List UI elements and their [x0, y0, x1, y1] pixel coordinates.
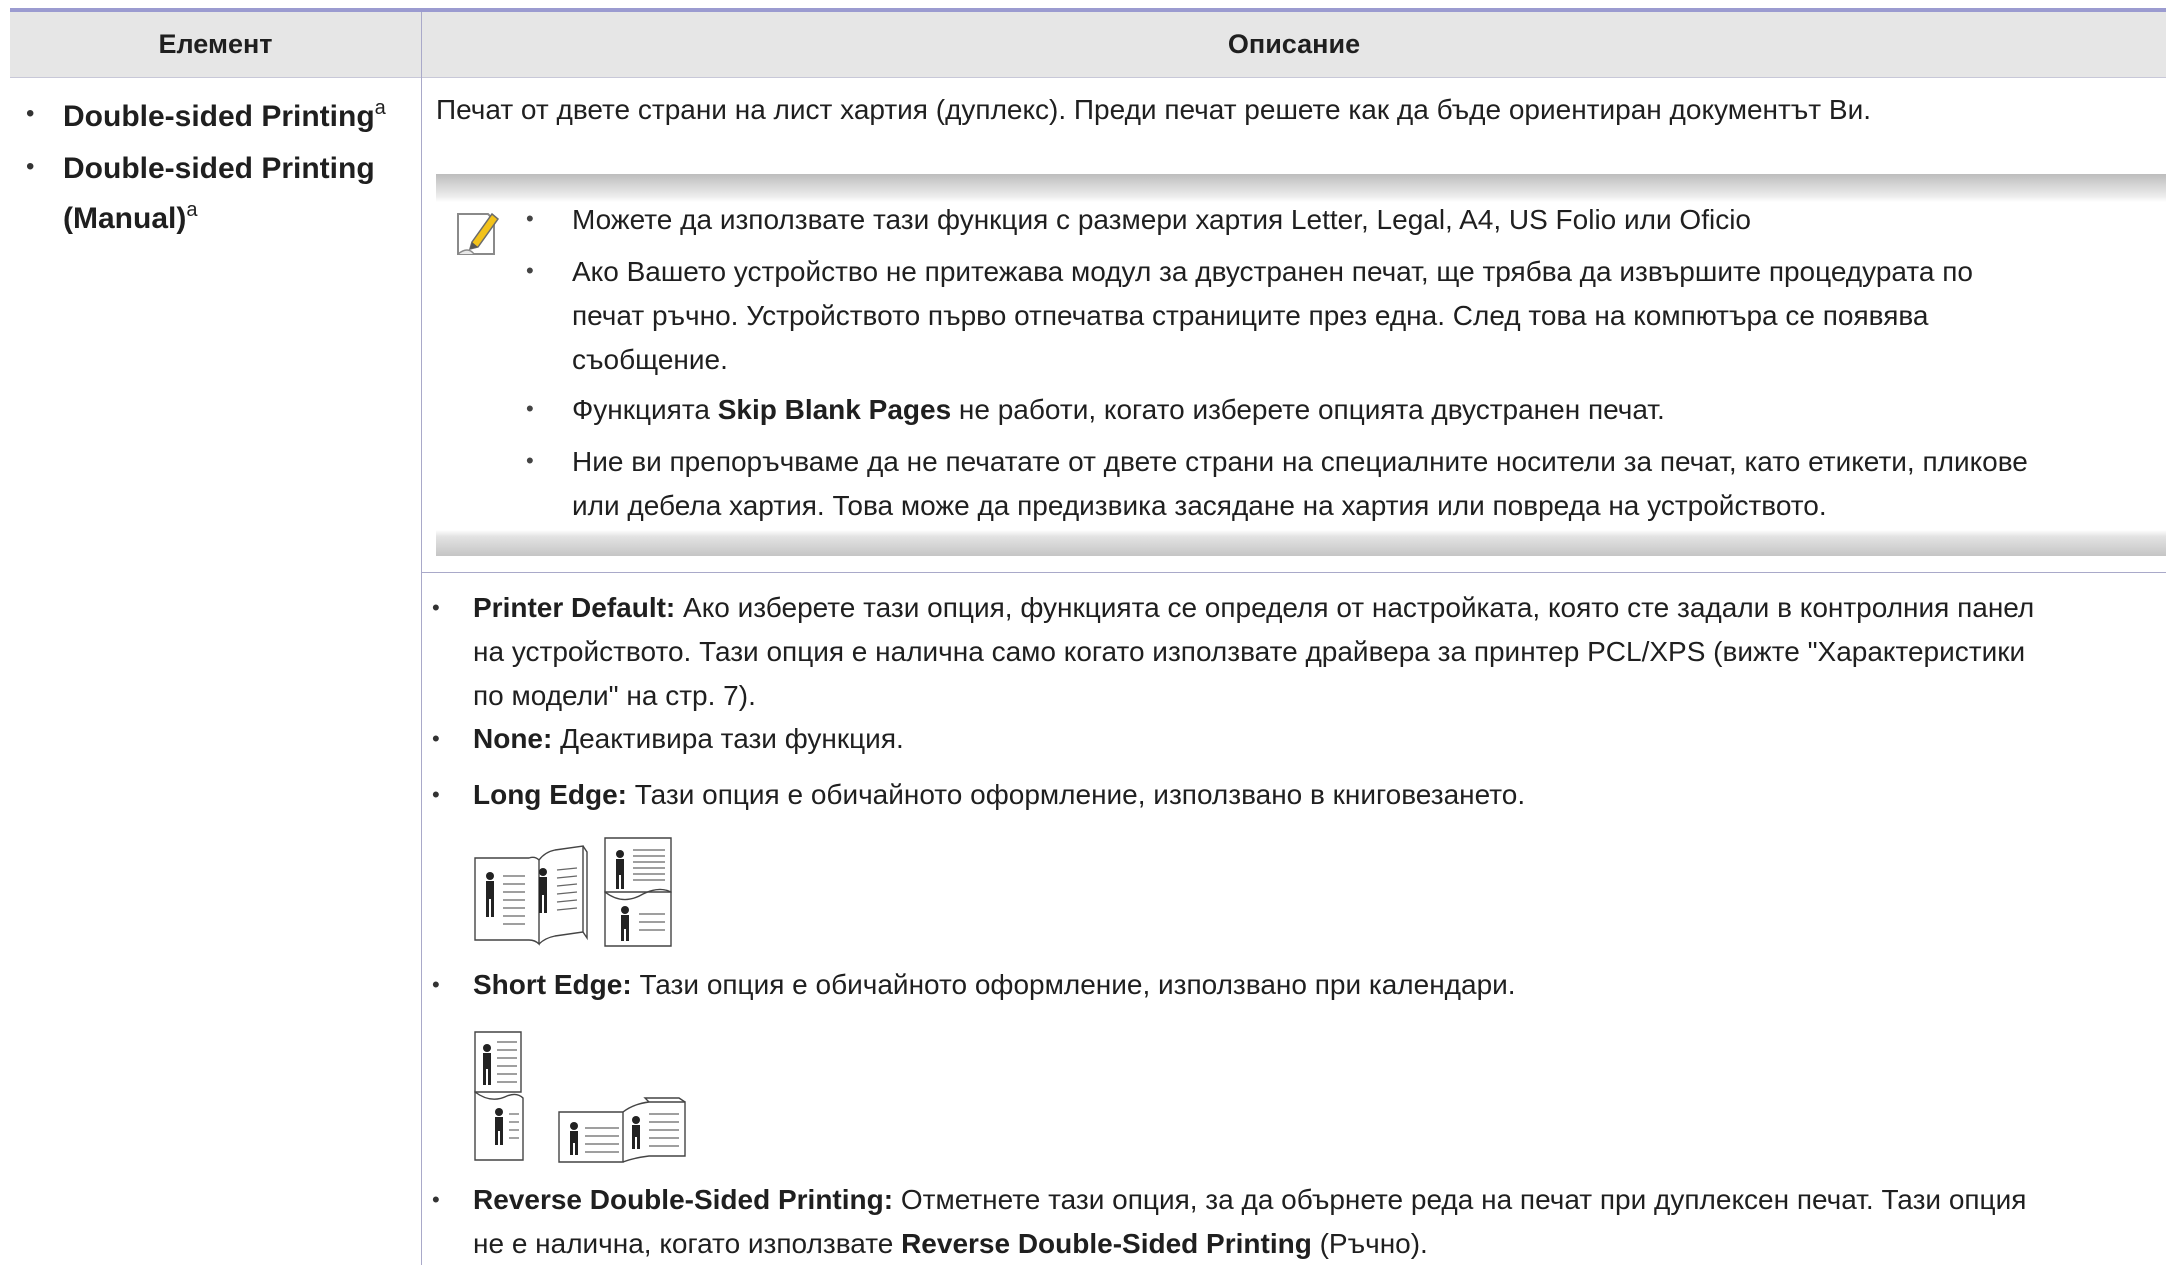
note-item-3: Функцията Skip Blank Pages не работи, ко… [572, 394, 1665, 425]
row-separator [422, 572, 2166, 573]
option-printer-default: Printer Default: Ако изберете тази опция… [473, 592, 2035, 711]
document-page: Елемент Описание • Double-sided Printing… [0, 0, 2166, 1265]
element-double-sided-printing: Double-sided Printinga [63, 97, 386, 133]
note-bullet-icon: • [526, 258, 534, 283]
note-bullet-icon: • [526, 448, 534, 473]
option-bullet-icon: • [432, 972, 440, 997]
long-edge-binding-icon [473, 836, 689, 953]
option-reverse-double-sided: Reverse Double-Sided Printing: Отметнете… [473, 1184, 2027, 1259]
note-item-2: Ако Вашето устройство не притежава модул… [572, 256, 1973, 375]
option-long-edge: Long Edge: Тази опция е обичайното оформ… [473, 779, 1526, 810]
description-intro: Печат от двете страни на лист хартия (ду… [436, 94, 1871, 125]
note-bullet-icon: • [526, 396, 534, 421]
short-edge-binding-icon [473, 1030, 689, 1171]
option-none: None: Деактивира тази функция. [473, 723, 904, 754]
note-bottom-band [436, 530, 2166, 556]
option-short-edge: Short Edge: Тази опция е обичайното офор… [473, 969, 1516, 1000]
note-box: • Можете да използвате тази функция с ра… [436, 174, 2166, 556]
note-bullet-icon: • [526, 206, 534, 231]
header-element: Елемент [158, 29, 273, 59]
header-description: Описание [1227, 29, 1361, 59]
option-bullet-icon: • [432, 782, 440, 807]
option-bullet-icon: • [432, 1187, 440, 1212]
element-double-sided-printing-manual: Double-sided Printing (Manual)a [63, 152, 375, 235]
bullet-icon: • [26, 100, 35, 127]
option-bullet-icon: • [432, 595, 440, 620]
note-item-4: Ние ви препоръчваме да не печатате от дв… [572, 446, 2028, 521]
note-pencil-icon [454, 208, 502, 260]
bullet-icon: • [26, 153, 35, 180]
column-divider [421, 12, 422, 1265]
option-bullet-icon: • [432, 726, 440, 751]
note-item-1: Можете да използвате тази функция с разм… [572, 204, 1751, 235]
